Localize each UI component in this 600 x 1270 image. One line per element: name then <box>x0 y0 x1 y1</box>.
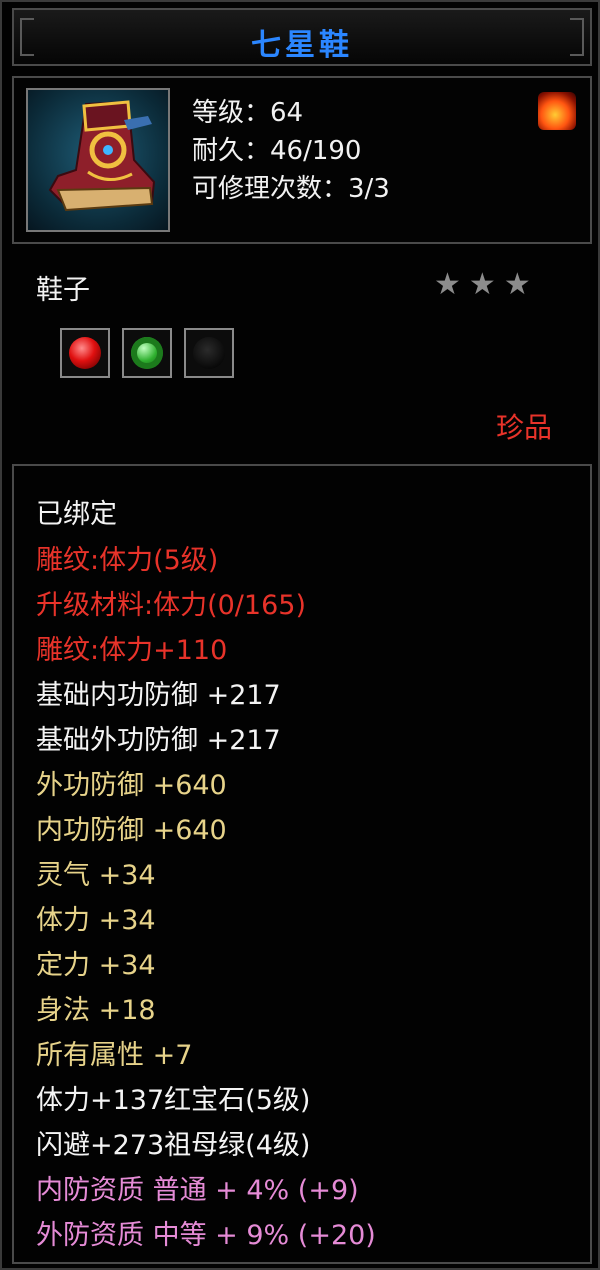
boots-icon <box>26 88 170 232</box>
attribute-line: 体力+137红宝石(5级) <box>36 1085 311 1116</box>
empty-gem-slot-icon <box>193 337 225 369</box>
star-icon: ★ <box>434 267 461 302</box>
attribute-line: 所有属性 +7 <box>36 1040 193 1071</box>
attribute-line: 外防资质 中等 + 9% (+20) <box>36 1220 376 1251</box>
durability-text: 耐久：46/190 <box>192 136 362 166</box>
level-text: 等级：64 <box>192 98 304 128</box>
attribute-line: 内防资质 普通 + 4% (+9) <box>36 1175 359 1206</box>
item-header: 等级：64 耐久：46/190 可修理次数：3/3 <box>12 76 592 244</box>
attribute-line: 升级材料:体力(0/165) <box>36 590 306 621</box>
item-name: 七星鞋 <box>251 28 353 63</box>
repair-count-text: 可修理次数：3/3 <box>192 174 390 204</box>
attributes-panel: 已绑定 雕纹:体力(5级) 升级材料:体力(0/165) 雕纹:体力+110 基… <box>12 464 592 1264</box>
attribute-line: 定力 +34 <box>36 950 156 981</box>
attribute-line: 身法 +18 <box>36 995 156 1026</box>
ruby-gem-icon <box>69 337 101 369</box>
attribute-line: 体力 +34 <box>36 905 156 936</box>
item-tooltip: 七星鞋 等级：64 耐久：46/190 可修理次数：3/3 鞋子 ★ ★ ★ 珍… <box>0 0 600 1270</box>
fire-element-icon <box>538 92 576 130</box>
attribute-line: 基础内功防御 +217 <box>36 680 281 711</box>
gem-slot-1[interactable] <box>60 328 110 378</box>
attribute-line: 灵气 +34 <box>36 860 156 891</box>
quality-label: 珍品 <box>495 411 552 444</box>
emerald-gem-icon <box>131 337 163 369</box>
title-bar: 七星鞋 <box>12 8 592 66</box>
star-icon: ★ <box>503 267 531 302</box>
attribute-line: 闪避+273祖母绿(4级) <box>36 1130 311 1161</box>
item-type: 鞋子 <box>36 275 90 306</box>
attribute-line: 基础外功防御 +217 <box>36 725 281 756</box>
attribute-line: 雕纹:体力+110 <box>36 635 228 666</box>
attribute-line: 内功防御 +640 <box>36 815 227 846</box>
attribute-line: 雕纹:体力(5级) <box>36 545 219 576</box>
attribute-line: 已绑定 <box>36 499 117 530</box>
attribute-line: 外功防御 +640 <box>36 770 227 801</box>
star-icon: ★ <box>468 267 496 302</box>
gem-slot-3[interactable] <box>184 328 234 378</box>
star-rating: ★ ★ ★ <box>434 268 531 302</box>
gem-slot-2[interactable] <box>122 328 172 378</box>
